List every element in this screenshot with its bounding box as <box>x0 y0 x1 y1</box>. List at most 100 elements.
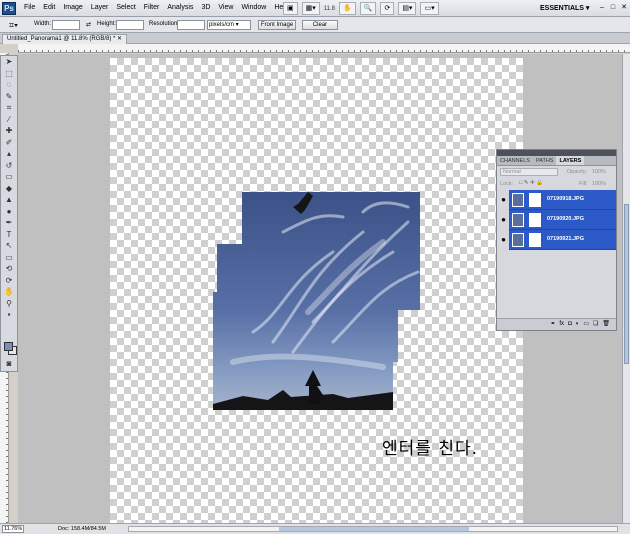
layers-panel: CHANNELS PATHS LAYERS Normal Opacity: 10… <box>496 149 617 331</box>
zoom-tool-icon[interactable]: 🔍 <box>359 2 377 15</box>
menu-edit[interactable]: Edit <box>43 4 55 11</box>
clone-stamp-tool-icon[interactable]: ▴ <box>1 148 17 160</box>
workspace-switcher[interactable]: ESSENTIALS ▾ <box>540 4 589 12</box>
delete-layer-icon[interactable]: 🗑 <box>602 319 610 330</box>
horizontal-ruler[interactable] <box>18 44 630 53</box>
close-icon[interactable]: ✕ <box>620 3 628 13</box>
layer-name: 07190921.JPG <box>547 236 585 242</box>
add-mask-icon[interactable]: ◘ <box>568 319 572 330</box>
default-colors-icon[interactable]: ▪ <box>1 309 17 321</box>
lasso-tool-icon[interactable]: ◌ <box>1 79 17 91</box>
document-tab[interactable]: Untitled_Panorama1 @ 11.8% (RGB/8) * ✕ <box>2 34 128 44</box>
brush-tool-icon[interactable]: ✐ <box>1 137 17 149</box>
menu-analysis[interactable]: Analysis <box>167 4 193 11</box>
zoom-field[interactable]: 11.76% <box>2 525 24 533</box>
hand-tool-icon[interactable]: ✋ <box>1 286 17 298</box>
menu-layer[interactable]: Layer <box>91 4 109 11</box>
options-bar: ⌗▾ Width: ⇄ Height: Resolution: pixels/c… <box>0 17 630 33</box>
zoom-tool-icon[interactable]: ⚲ <box>1 298 17 310</box>
clear-button[interactable]: Clear <box>302 20 338 30</box>
resolution-unit-value: pixels/cm <box>209 22 235 28</box>
photoshop-logo: Ps <box>2 2 16 15</box>
width-field[interactable] <box>52 20 80 30</box>
dodge-tool-icon[interactable]: ● <box>1 206 17 218</box>
path-selection-tool-icon[interactable]: ↖ <box>1 240 17 252</box>
hand-tool-icon[interactable]: ✋ <box>339 2 356 15</box>
healing-brush-tool-icon[interactable]: ✚ <box>1 125 17 137</box>
lock-icons[interactable]: □ ✎ ✛ 🔒 <box>519 180 543 186</box>
tab-paths[interactable]: PATHS <box>533 156 557 165</box>
menu-view[interactable]: View <box>218 4 233 11</box>
foreground-color-swatch[interactable] <box>4 342 13 351</box>
3d-rotate-tool-icon[interactable]: ⟲ <box>1 263 17 275</box>
lock-row: Lock: □ ✎ ✛ 🔒 Fill: 100% <box>497 178 616 190</box>
blend-mode-select[interactable]: Normal <box>500 168 558 176</box>
type-tool-icon[interactable]: T <box>1 229 17 241</box>
restore-icon[interactable]: □ <box>609 3 617 13</box>
paint-bucket-tool-icon[interactable]: ◆ <box>1 183 17 195</box>
layer-thumbnail <box>512 233 524 247</box>
layers-panel-footer: ⚭ fx ◘ ◐ ▭ ❏ 🗑 <box>497 318 616 330</box>
menu-select[interactable]: Select <box>116 4 135 11</box>
opacity-value[interactable]: 100% <box>592 169 606 175</box>
front-image-button[interactable]: Front Image <box>258 20 296 30</box>
rotate-view-icon[interactable]: ⟳ <box>380 2 395 15</box>
history-brush-tool-icon[interactable]: ↺ <box>1 160 17 172</box>
resolution-label: Resolution: <box>149 21 180 27</box>
menu-image[interactable]: Image <box>63 4 82 11</box>
layer-row[interactable]: ● 07190918.JPG <box>497 190 616 210</box>
arrange-documents-icon[interactable]: ▤▾ <box>398 2 417 15</box>
layer-style-icon[interactable]: fx <box>559 319 564 330</box>
horizontal-scroll-thumb[interactable] <box>279 527 469 531</box>
menu-filter[interactable]: Filter <box>144 4 160 11</box>
eyedropper-tool-icon[interactable]: ⁄ <box>1 114 17 126</box>
tab-channels[interactable]: CHANNELS <box>497 156 533 165</box>
workspace-label: ESSENTIALS <box>540 5 584 12</box>
new-layer-icon[interactable]: ❏ <box>593 319 598 330</box>
move-tool-icon[interactable]: ➤ <box>1 56 17 68</box>
height-field[interactable] <box>116 20 144 30</box>
adjustment-layer-icon[interactable]: ◐ <box>576 319 580 330</box>
view-extras-icon[interactable]: ▦▾ <box>301 2 320 15</box>
3d-orbit-tool-icon[interactable]: ⟳ <box>1 275 17 287</box>
quick-select-tool-icon[interactable]: ✎ <box>1 91 17 103</box>
horizontal-scrollbar[interactable] <box>128 526 618 532</box>
layer-row[interactable]: ● 07190921.JPG <box>497 230 616 250</box>
marquee-tool-icon[interactable]: ⬚ <box>1 68 17 80</box>
vertical-scroll-thumb[interactable] <box>624 204 629 364</box>
document-tab-bar: Untitled_Panorama1 @ 11.8% (RGB/8) * ✕ <box>0 33 630 44</box>
eraser-tool-icon[interactable]: ▭ <box>1 171 17 183</box>
screen-mode-icon[interactable]: ▭▾ <box>420 2 439 15</box>
shape-tool-icon[interactable]: ▭ <box>1 252 17 264</box>
zoom-level[interactable]: 11.8 <box>324 6 335 12</box>
caption-text: 엔터를 친다. <box>382 439 479 459</box>
resolution-unit-select[interactable]: pixels/cm ▾ <box>207 20 251 30</box>
menu-file[interactable]: File <box>24 4 35 11</box>
tab-layers[interactable]: LAYERS <box>556 156 585 165</box>
visibility-eye-icon[interactable]: ● <box>499 234 508 245</box>
visibility-eye-icon[interactable]: ● <box>499 194 508 205</box>
link-layers-icon[interactable]: ⚭ <box>550 319 555 330</box>
crop-tool-icon[interactable]: ⌗▾ <box>9 20 21 30</box>
new-group-icon[interactable]: ▭ <box>583 319 589 330</box>
panorama-image[interactable] <box>213 192 420 410</box>
tools-panel: ➤ ⬚ ◌ ✎ ⌗ ⁄ ✚ ✐ ▴ ↺ ▭ ◆ ▲ ● ✒ T ↖ ▭ ⟲ ⟳ … <box>0 55 18 372</box>
resolution-field[interactable] <box>177 20 205 30</box>
vertical-scrollbar[interactable] <box>622 54 630 523</box>
visibility-eye-icon[interactable]: ● <box>499 214 508 225</box>
blur-tool-icon[interactable]: ▲ <box>1 194 17 206</box>
menu-3d[interactable]: 3D <box>201 4 210 11</box>
bridge-icon[interactable]: ▣ <box>283 2 298 15</box>
menu-window[interactable]: Window <box>241 4 266 11</box>
minimize-icon[interactable]: – <box>598 3 606 13</box>
document-info[interactable]: Doc: 158.4M/84.5M <box>58 526 106 532</box>
fill-label: Fill: <box>579 181 588 187</box>
pen-tool-icon[interactable]: ✒ <box>1 217 17 229</box>
layer-row[interactable]: ● 07190920.JPG <box>497 210 616 230</box>
swap-icon[interactable]: ⇄ <box>86 21 91 28</box>
quick-mask-icon[interactable]: ◙ <box>1 358 17 370</box>
blend-mode-value: Normal <box>503 169 521 175</box>
menubar: Ps File Edit Image Layer Select Filter A… <box>0 0 630 17</box>
crop-tool-icon[interactable]: ⌗ <box>1 102 17 114</box>
fill-value[interactable]: 100% <box>592 181 606 187</box>
